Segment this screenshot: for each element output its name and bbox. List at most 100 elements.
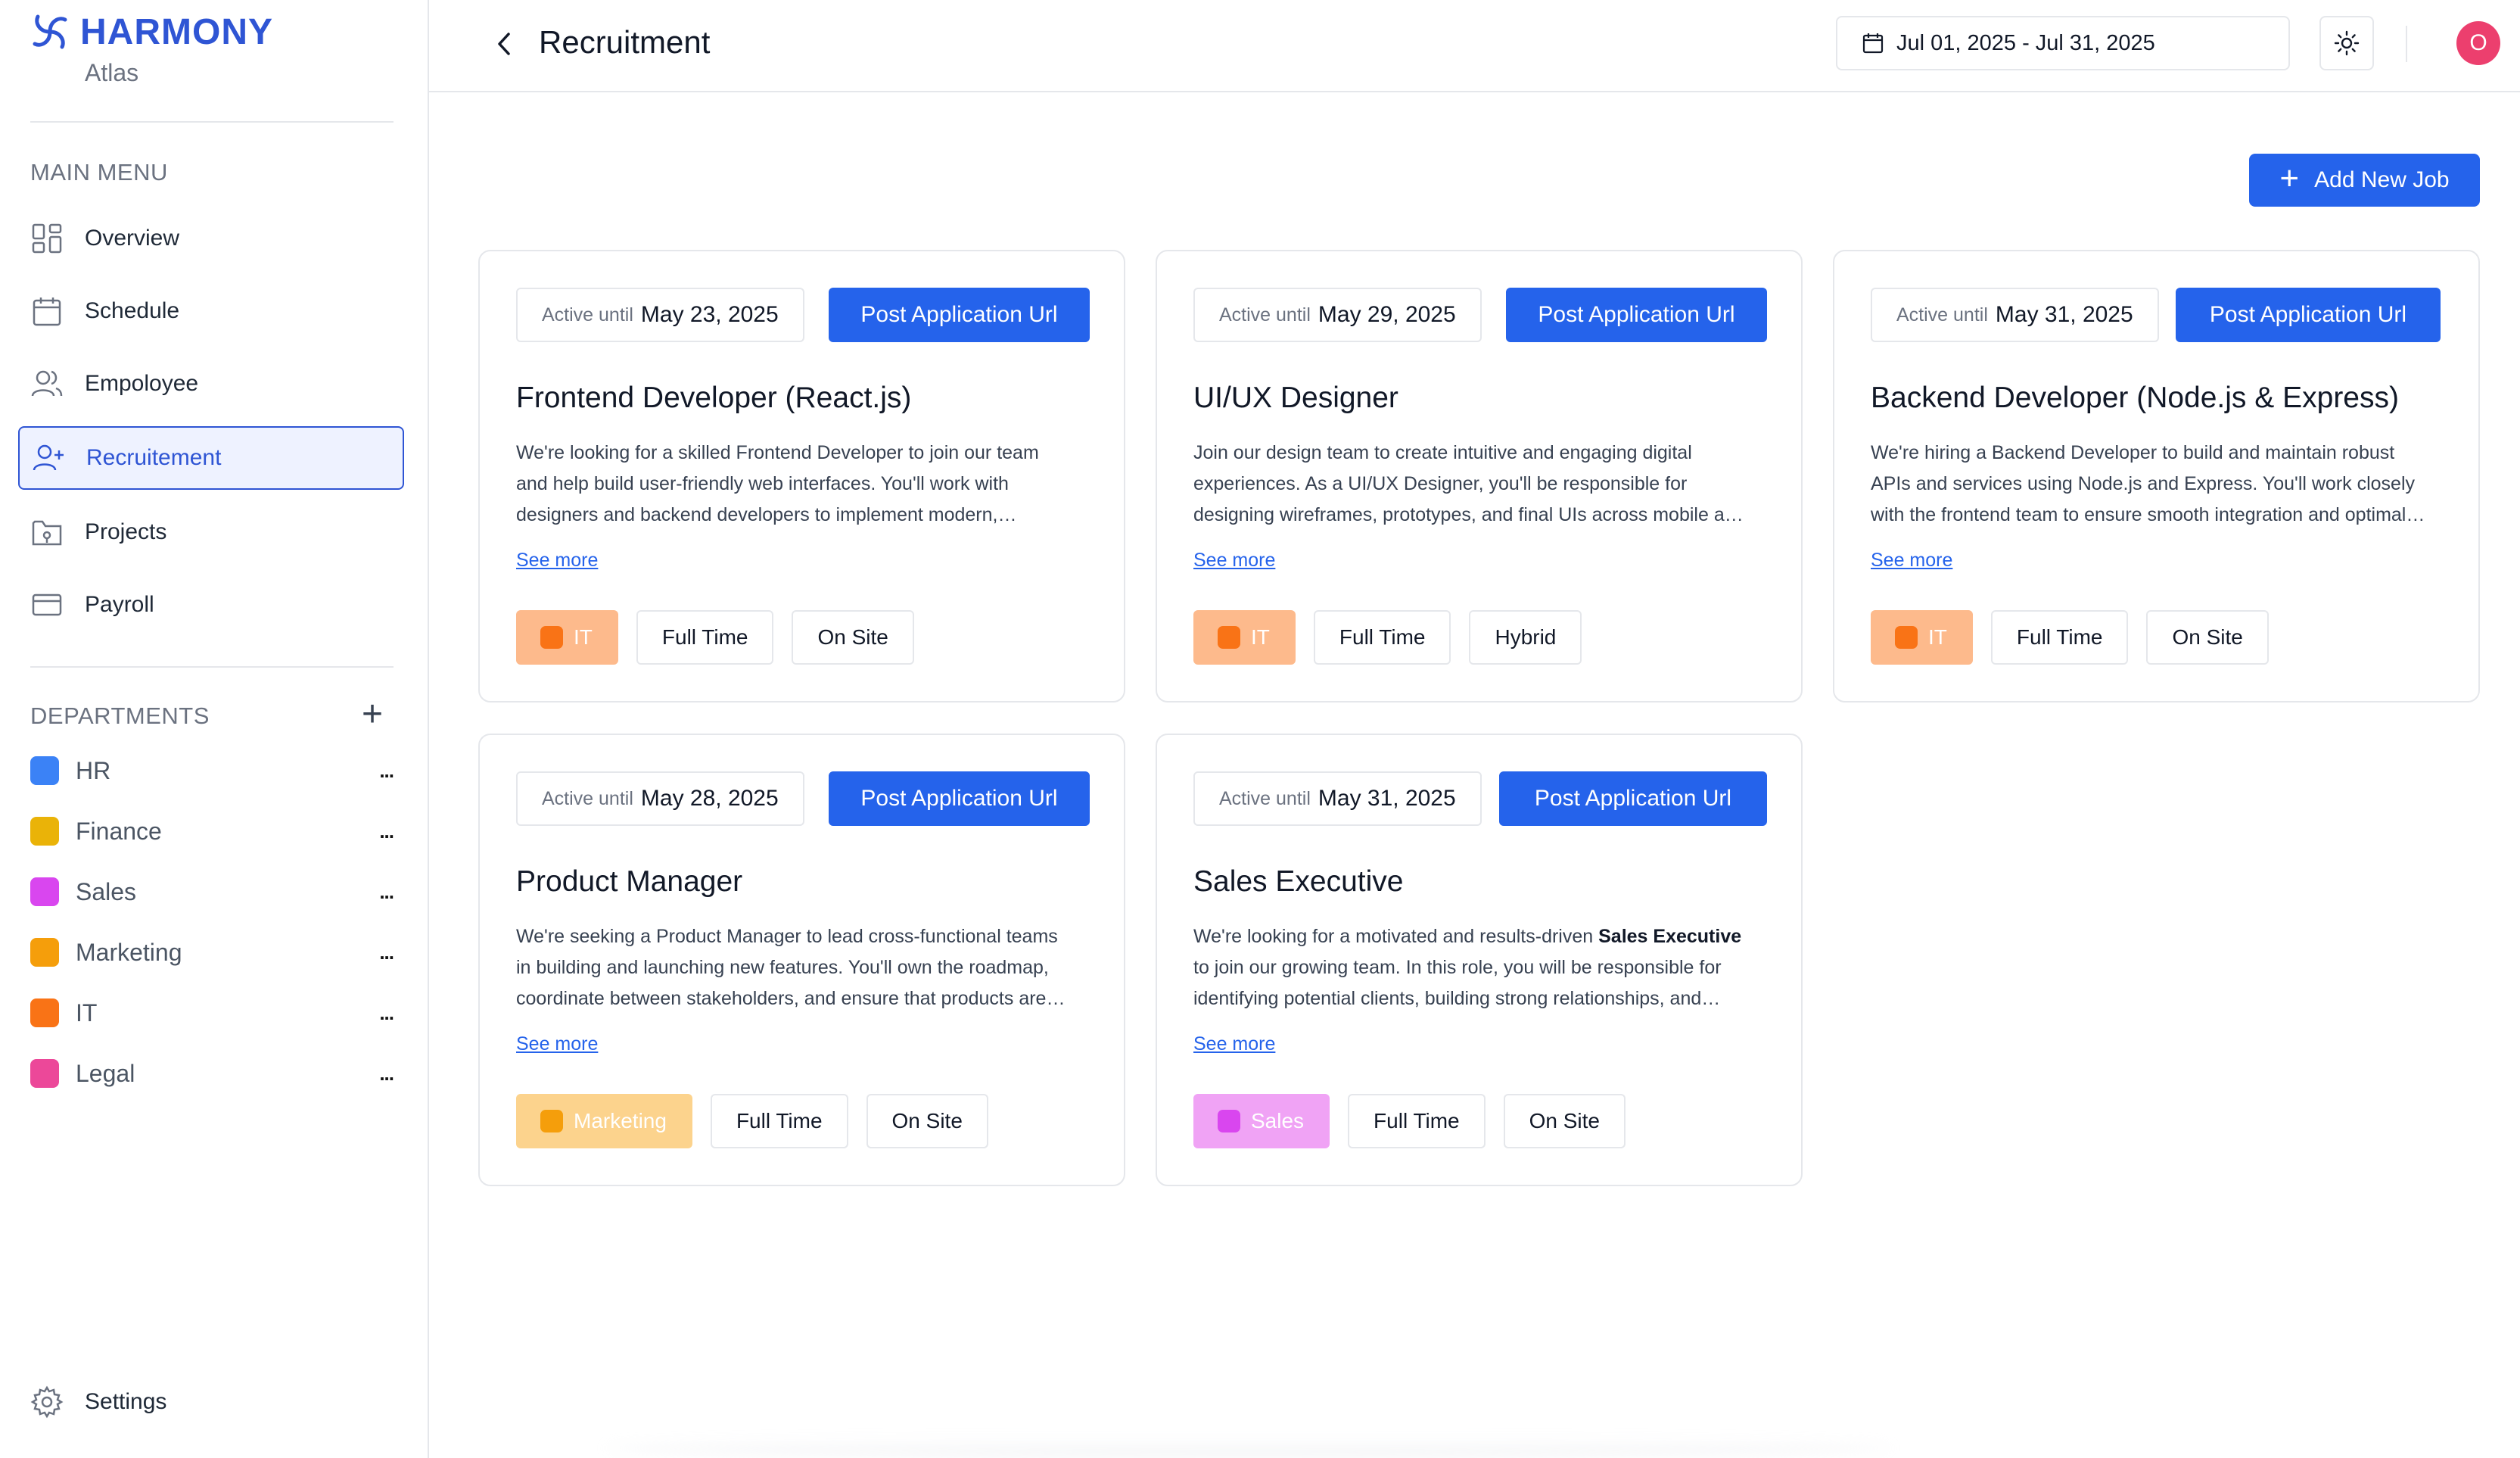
job-card: Active until May 23, 2025 Post Applicati…	[478, 250, 1125, 703]
department-tag-label: Sales	[1251, 1109, 1305, 1132]
active-until-field: Active until May 31, 2025	[1871, 288, 2159, 342]
date-range-picker[interactable]: Jul 01, 2025 - Jul 31, 2025	[1836, 16, 2290, 70]
active-until-field: Active until May 31, 2025	[1193, 771, 1482, 826]
see-more-link[interactable]: See more	[516, 1033, 598, 1055]
see-more-link[interactable]: See more	[516, 550, 598, 572]
settings-link[interactable]: Settings	[30, 1385, 166, 1419]
post-application-url-button[interactable]: Post Application Url	[1499, 771, 1767, 826]
department-dot	[1218, 626, 1240, 649]
job-title: Backend Developer (Node.js & Express)	[1871, 382, 2399, 414]
sidebar: HARMONY Atlas MAIN MENU Overview Schedul…	[0, 0, 429, 1458]
department-item-sales[interactable]: Sales ...	[30, 869, 394, 914]
main-menu-label: MAIN MENU	[30, 159, 168, 185]
location-type-tag: On Site	[2146, 610, 2269, 665]
department-item-hr[interactable]: HR ...	[30, 748, 394, 793]
brand-title: HARMONY	[80, 11, 273, 52]
more-options-icon[interactable]: ...	[363, 820, 394, 843]
job-title: Frontend Developer (React.js)	[516, 382, 912, 414]
location-type-tag: On Site	[792, 610, 914, 665]
grid-icon	[30, 222, 64, 255]
post-application-url-button[interactable]: Post Application Url	[1506, 288, 1767, 342]
department-dot	[1218, 1110, 1240, 1132]
department-dot	[540, 626, 563, 649]
gear-icon	[30, 1385, 64, 1419]
employment-type-tag: Full Time	[1990, 610, 2129, 665]
job-tags: IT Full Time On Site	[1871, 610, 2287, 665]
credit-card-icon	[30, 588, 64, 622]
sidebar-item-recruitement[interactable]: Recruitement	[18, 426, 404, 490]
location-type-tag: Hybrid	[1469, 610, 1582, 665]
description-line: in building and launching new features. …	[516, 957, 1049, 978]
department-name: Marketing	[76, 938, 182, 966]
description-line: Join our design team to create intuitive…	[1193, 442, 1692, 463]
folder-icon	[30, 516, 64, 549]
active-until-date: May 28, 2025	[640, 786, 779, 811]
employment-type-tag: Full Time	[1348, 1094, 1486, 1148]
department-item-marketing[interactable]: Marketing ...	[30, 930, 394, 975]
sidebar-item-label: Overview	[85, 226, 180, 251]
post-application-url-button[interactable]: Post Application Url	[2176, 288, 2441, 342]
back-button[interactable]	[488, 27, 521, 61]
more-options-icon[interactable]: ...	[363, 1002, 394, 1025]
calendar-icon	[1862, 33, 1884, 54]
settings-label: Settings	[85, 1389, 167, 1414]
active-until-date: May 23, 2025	[640, 302, 779, 327]
department-color-swatch	[30, 1059, 59, 1088]
job-card: Active until May 31, 2025 Post Applicati…	[1156, 734, 1803, 1186]
job-tags: Sales Full Time On Site	[1193, 1094, 1644, 1148]
sidebar-divider	[30, 666, 394, 668]
bottom-fade	[605, 1438, 1892, 1458]
avatar[interactable]: O	[2456, 21, 2500, 65]
add-department-button[interactable]: +	[356, 696, 389, 733]
description-text: We're looking for a motivated and result…	[1193, 926, 1599, 947]
department-color-swatch	[30, 817, 59, 846]
see-more-link[interactable]: See more	[1871, 550, 1952, 572]
active-until-label: Active until	[1219, 304, 1311, 326]
sidebar-item-schedule[interactable]: Schedule	[18, 279, 404, 343]
active-until-date: May 31, 2025	[1318, 786, 1456, 811]
description-line: and help build user-friendly web interfa…	[516, 473, 1009, 494]
active-until-date: May 29, 2025	[1318, 302, 1456, 327]
department-item-finance[interactable]: Finance ...	[30, 808, 394, 854]
header-divider	[2406, 26, 2407, 62]
sidebar-item-employee[interactable]: Empoloyee	[18, 352, 404, 416]
top-header: Recruitment Jul 01, 2025 - Jul 31, 2025 …	[429, 0, 2520, 92]
department-item-it[interactable]: IT ...	[30, 990, 394, 1036]
description-line: identifying potential clients, building …	[1193, 988, 1721, 1009]
department-dot	[1895, 626, 1918, 649]
sidebar-item-label: Recruitement	[86, 445, 222, 470]
sidebar-item-overview[interactable]: Overview	[18, 207, 404, 270]
sun-icon	[2334, 30, 2360, 56]
more-options-icon[interactable]: ...	[363, 1062, 394, 1086]
department-tag-label: IT	[574, 625, 593, 649]
department-dot	[540, 1110, 563, 1132]
see-more-link[interactable]: See more	[1193, 1033, 1275, 1055]
add-new-job-button[interactable]: + Add New Job	[2249, 154, 2480, 207]
department-color-swatch	[30, 756, 59, 785]
active-until-label: Active until	[542, 787, 633, 809]
department-tag-label: IT	[1928, 625, 1947, 649]
see-more-link[interactable]: See more	[1193, 550, 1275, 572]
description-line: designers and backend developers to impl…	[516, 504, 1017, 525]
job-description: We're hiring a Backend Developer to buil…	[1871, 438, 2446, 531]
description-line: We're looking for a motivated and result…	[1193, 921, 1769, 952]
sidebar-item-label: Payroll	[85, 592, 154, 617]
job-card: Active until May 31, 2025 Post Applicati…	[1833, 250, 2480, 703]
department-tag: Marketing	[516, 1094, 692, 1148]
department-tag-label: Marketing	[574, 1109, 667, 1132]
sidebar-item-projects[interactable]: Projects	[18, 500, 404, 564]
more-options-icon[interactable]: ...	[363, 941, 394, 964]
calendar-icon	[30, 294, 64, 328]
sidebar-item-payroll[interactable]: Payroll	[18, 573, 404, 637]
department-item-legal[interactable]: Legal ...	[30, 1051, 394, 1096]
page-title: Recruitment	[539, 24, 711, 60]
job-description: We're looking for a motivated and result…	[1193, 921, 1769, 1014]
brand-logo[interactable]: HARMONY	[29, 11, 273, 53]
active-until-label: Active until	[1219, 787, 1311, 809]
post-application-url-button[interactable]: Post Application Url	[829, 288, 1090, 342]
more-options-icon[interactable]: ...	[363, 880, 394, 904]
more-options-icon[interactable]: ...	[363, 759, 394, 783]
post-application-url-button[interactable]: Post Application Url	[829, 771, 1090, 826]
theme-toggle-button[interactable]	[2319, 16, 2374, 70]
date-range-value: Jul 01, 2025 - Jul 31, 2025	[1896, 30, 2155, 55]
